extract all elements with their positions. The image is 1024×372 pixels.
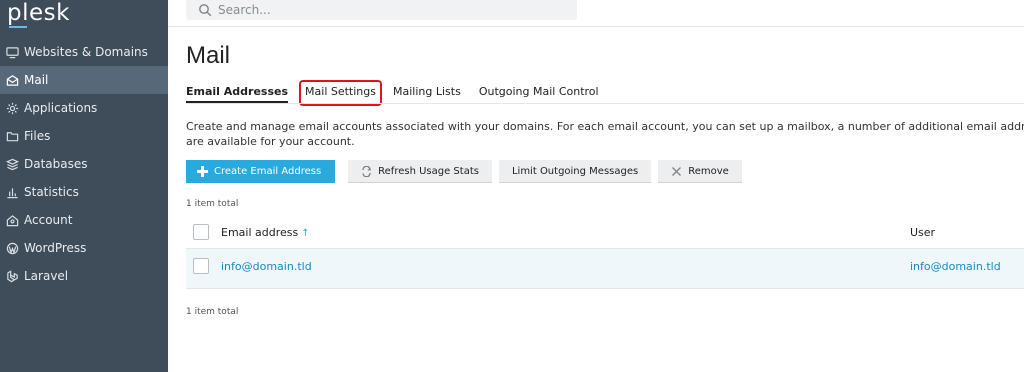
sidebar-item-label: Websites & Domains	[24, 45, 148, 59]
sidebar-nav: Websites & Domains Mail Applications Fil…	[0, 38, 168, 290]
table-row: info@domain.tld info@domain.tld	[186, 249, 1024, 289]
tab-email-addresses[interactable]: Email Addresses	[186, 83, 289, 103]
button-label: Refresh Usage Stats	[378, 166, 479, 177]
search-input[interactable]	[218, 3, 558, 17]
column-header-email[interactable]: Email address ↑	[221, 226, 310, 239]
sidebar: plesk Websites & Domains Mail Applicatio…	[0, 0, 168, 372]
sidebar-item-files[interactable]: Files	[0, 122, 168, 150]
tab-bar: Email Addresses Mail Settings Mailing Li…	[186, 80, 617, 106]
plesk-logo[interactable]: plesk	[7, 0, 70, 26]
sidebar-item-mail[interactable]: Mail	[0, 66, 168, 94]
column-header-user[interactable]: User	[910, 226, 935, 239]
sidebar-item-label: Account	[24, 213, 73, 227]
remove-button[interactable]: Remove	[658, 160, 742, 183]
item-count-bottom: 1 item total	[186, 307, 239, 317]
refresh-icon	[362, 166, 372, 177]
table-header: Email address ↑ User	[186, 222, 1024, 249]
sidebar-item-label: Mail	[24, 73, 49, 87]
button-label: Create Email Address	[214, 166, 322, 177]
plus-icon	[197, 166, 208, 177]
sort-ascending-icon: ↑	[301, 228, 310, 239]
sidebar-item-websites-domains[interactable]: Websites & Domains	[0, 38, 168, 66]
search-box[interactable]	[186, 0, 577, 20]
description-line-2: are available for your account.	[186, 135, 355, 148]
tab-mail-settings[interactable]: Mail Settings	[299, 80, 382, 106]
monitor-icon	[5, 45, 19, 59]
laravel-icon	[5, 269, 19, 283]
sidebar-item-databases[interactable]: Databases	[0, 150, 168, 178]
top-bar	[168, 0, 1024, 27]
close-icon	[672, 166, 682, 177]
sidebar-item-laravel[interactable]: Laravel	[0, 262, 168, 290]
button-label: Limit Outgoing Messages	[511, 166, 639, 177]
button-label: Remove	[688, 166, 729, 177]
toolbar: Create Email Address Refresh Usage Stats…	[186, 160, 749, 183]
tab-outgoing-mail-control[interactable]: Outgoing Mail Control	[479, 83, 599, 103]
search-icon	[199, 4, 212, 17]
tabs-divider	[186, 103, 1024, 104]
sidebar-item-label: Databases	[24, 157, 88, 171]
logo-underline	[9, 26, 27, 28]
limit-outgoing-messages-button[interactable]: Limit Outgoing Messages	[498, 160, 652, 183]
database-icon	[5, 157, 19, 171]
sidebar-item-account[interactable]: Account	[0, 206, 168, 234]
user-link[interactable]: info@domain.tld	[910, 260, 1001, 273]
sidebar-item-label: Files	[24, 129, 51, 143]
bar-chart-icon	[5, 185, 19, 199]
sidebar-item-applications[interactable]: Applications	[0, 94, 168, 122]
description-line-1: Create and manage email accounts associa…	[186, 120, 1024, 133]
sidebar-item-wordpress[interactable]: WordPress	[0, 234, 168, 262]
sidebar-item-label: WordPress	[24, 241, 87, 255]
page-description: Create and manage email accounts associa…	[186, 119, 1024, 149]
refresh-usage-stats-button[interactable]: Refresh Usage Stats	[348, 160, 492, 183]
row-checkbox[interactable]	[193, 258, 209, 274]
gear-icon	[5, 101, 19, 115]
column-header-email-label: Email address	[221, 226, 299, 239]
mail-icon	[5, 73, 19, 87]
folder-icon	[5, 129, 19, 143]
email-address-link[interactable]: info@domain.tld	[221, 260, 312, 273]
select-all-checkbox[interactable]	[193, 224, 209, 240]
sidebar-item-label: Laravel	[24, 269, 69, 283]
page-title: Mail	[186, 42, 231, 69]
sidebar-item-statistics[interactable]: Statistics	[0, 178, 168, 206]
account-icon	[5, 213, 19, 227]
sidebar-item-label: Statistics	[24, 185, 79, 199]
item-count-top: 1 item total	[186, 199, 239, 209]
wordpress-icon	[5, 241, 19, 255]
tab-mailing-lists[interactable]: Mailing Lists	[393, 83, 461, 103]
sidebar-item-label: Applications	[24, 101, 98, 115]
create-email-address-button[interactable]: Create Email Address	[186, 160, 336, 183]
main-content: Mail Email Addresses Mail Settings Maili…	[168, 27, 1024, 372]
